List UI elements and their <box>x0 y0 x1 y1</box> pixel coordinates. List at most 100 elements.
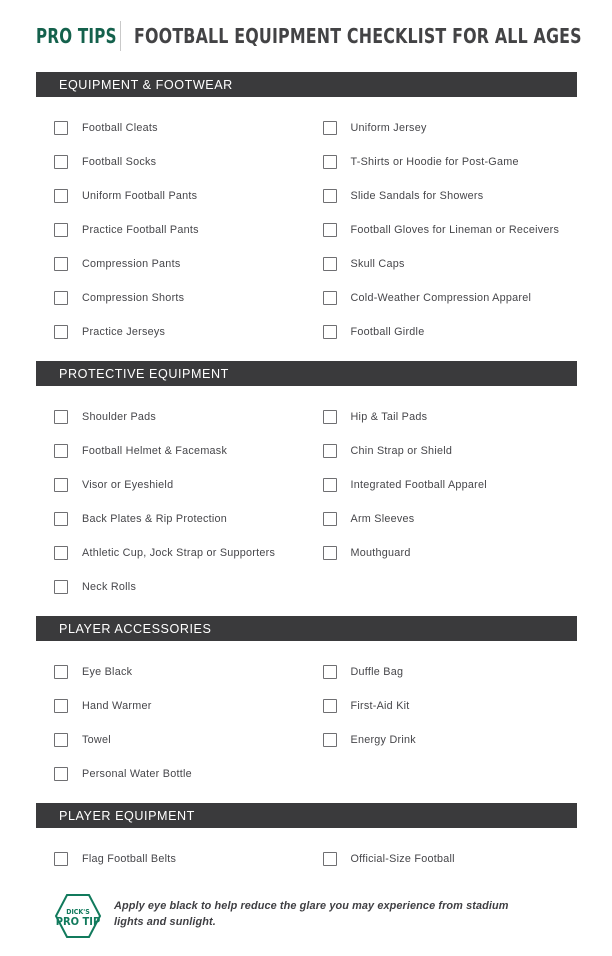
checkbox-icon[interactable] <box>54 189 68 203</box>
checklist-item[interactable]: Personal Water Bottle <box>54 757 307 791</box>
checklist-item-label: Official-Size Football <box>350 853 455 865</box>
checklist-item[interactable]: Duffle Bag <box>322 655 578 689</box>
checklist-item[interactable]: Integrated Football Apparel <box>322 468 578 502</box>
checklist-item[interactable]: Athletic Cup, Jock Strap or Supporters <box>54 536 307 570</box>
checklist-item[interactable]: Football Helmet & Facemask <box>54 434 307 468</box>
checkbox-icon[interactable] <box>322 512 337 526</box>
pro-tip-hexagon-badge-icon: DICK'S PRO TIP <box>54 892 102 940</box>
pro-tip-text: Apply eye black to help reduce the glare… <box>114 900 509 928</box>
checkbox-icon[interactable] <box>54 852 68 866</box>
checklist-item-label: Football Gloves for Lineman or Receivers <box>350 224 560 236</box>
checklist-item-label: Athletic Cup, Jock Strap or Supporters <box>82 547 276 559</box>
checkbox-icon[interactable] <box>54 767 68 781</box>
checklist-item[interactable]: Arm Sleeves <box>322 502 578 536</box>
checklist-item[interactable]: Hand Warmer <box>54 689 307 723</box>
checklist-item[interactable]: T-Shirts or Hoodie for Post-Game <box>322 145 578 179</box>
section-header-label: PLAYER EQUIPMENT <box>59 808 195 823</box>
checklist-item-label: Practice Football Pants <box>82 224 199 236</box>
checklist-section: PLAYER ACCESSORIES Eye Black Hand Warmer To… <box>36 616 577 803</box>
checkbox-icon[interactable] <box>322 189 337 203</box>
checkbox-icon[interactable] <box>54 478 68 492</box>
checklist-item[interactable]: Compression Shorts <box>54 281 307 315</box>
checkbox-icon[interactable] <box>54 410 68 424</box>
checklist-item[interactable]: Shoulder Pads <box>54 400 307 434</box>
checklist-item-label: Mouthguard <box>350 547 411 559</box>
checklist-item[interactable]: Eye Black <box>54 655 307 689</box>
checkbox-icon[interactable] <box>54 291 68 305</box>
checklist-item[interactable]: Football Socks <box>54 145 307 179</box>
checkbox-icon[interactable] <box>54 325 68 339</box>
section-header: PLAYER ACCESSORIES <box>36 616 577 641</box>
checklist-item-label: Cold-Weather Compression Apparel <box>350 292 532 304</box>
checklist-item[interactable]: Back Plates & Rip Protection <box>54 502 307 536</box>
checkbox-icon[interactable] <box>322 852 337 866</box>
checklist-item[interactable]: Football Gloves for Lineman or Receivers <box>322 213 578 247</box>
checkbox-icon[interactable] <box>322 121 337 135</box>
checkbox-icon[interactable] <box>54 665 68 679</box>
checklist-item[interactable]: Chin Strap or Shield <box>322 434 578 468</box>
checkbox-icon[interactable] <box>322 257 337 271</box>
checklist-item[interactable]: Football Girdle <box>322 315 578 349</box>
section-header: PROTECTIVE EQUIPMENT <box>36 361 577 386</box>
checkbox-icon[interactable] <box>322 223 337 237</box>
checkbox-icon[interactable] <box>54 257 68 271</box>
checklist-item[interactable]: Skull Caps <box>322 247 578 281</box>
checkbox-icon[interactable] <box>54 546 68 560</box>
checklist-item[interactable]: Hip & Tail Pads <box>322 400 578 434</box>
checkbox-icon[interactable] <box>54 223 68 237</box>
checklist-item[interactable]: Practice Jerseys <box>54 315 307 349</box>
checklist-item[interactable]: Football Cleats <box>54 111 307 145</box>
section-column-left: Shoulder Pads Football Helmet & Facemask V… <box>36 400 307 604</box>
checkbox-icon[interactable] <box>322 546 337 560</box>
checkbox-icon[interactable] <box>322 665 337 679</box>
checkbox-icon[interactable] <box>54 580 68 594</box>
checklist-item-label: Hip & Tail Pads <box>350 411 428 423</box>
checklist-item-label: Eye Black <box>82 666 133 678</box>
checklist-item-label: Slide Sandals for Showers <box>350 190 484 202</box>
checklist-item[interactable]: Compression Pants <box>54 247 307 281</box>
section-header-label: PLAYER ACCESSORIES <box>59 621 212 636</box>
svg-text:PRO TIP: PRO TIP <box>56 915 100 928</box>
checkbox-icon[interactable] <box>322 699 337 713</box>
section-column-right: Duffle Bag First-Aid Kit Energy Drink <box>307 655 578 791</box>
checkbox-icon[interactable] <box>322 291 337 305</box>
section-column-right: Uniform Jersey T-Shirts or Hoodie for Pos… <box>307 111 578 349</box>
checklist-item-label: Neck Rolls <box>82 581 137 593</box>
checkbox-icon[interactable] <box>322 733 337 747</box>
section-header-label: EQUIPMENT & FOOTWEAR <box>59 77 233 92</box>
checklist-item-label: Visor or Eyeshield <box>82 479 174 491</box>
checkbox-icon[interactable] <box>322 478 337 492</box>
checkbox-icon[interactable] <box>54 699 68 713</box>
checklist-item[interactable]: Mouthguard <box>322 536 578 570</box>
section-body: Flag Football Belts Official-Size Footbal… <box>36 828 577 876</box>
checklist-item-label: Arm Sleeves <box>350 513 415 525</box>
checklist-item[interactable]: Slide Sandals for Showers <box>322 179 578 213</box>
checklist-item[interactable]: Official-Size Football <box>322 842 578 876</box>
checkbox-icon[interactable] <box>54 444 68 458</box>
checkbox-icon[interactable] <box>322 444 337 458</box>
page-title: FOOTBALL EQUIPMENT CHECKLIST FOR ALL AGE… <box>134 24 582 48</box>
checklist-item[interactable]: Towel <box>54 723 307 757</box>
checklist-item[interactable]: Uniform Jersey <box>322 111 578 145</box>
checklist-item-label: Personal Water Bottle <box>82 768 192 780</box>
checkbox-icon[interactable] <box>322 325 337 339</box>
checklist-item[interactable]: Energy Drink <box>322 723 578 757</box>
checklist-item[interactable]: Cold-Weather Compression Apparel <box>322 281 578 315</box>
section-header: PLAYER EQUIPMENT <box>36 803 577 828</box>
checklist-item[interactable]: First-Aid Kit <box>322 689 578 723</box>
checkbox-icon[interactable] <box>322 155 337 169</box>
checklist-item[interactable]: Flag Football Belts <box>54 842 307 876</box>
checkbox-icon[interactable] <box>54 155 68 169</box>
checkbox-icon[interactable] <box>54 121 68 135</box>
checklist-sheet: EQUIPMENT & FOOTWEAR Football Cleats Footb… <box>0 72 612 940</box>
checklist-item[interactable]: Neck Rolls <box>54 570 307 604</box>
checklist-item[interactable]: Visor or Eyeshield <box>54 468 307 502</box>
checkbox-icon[interactable] <box>322 410 337 424</box>
checklist-item[interactable]: Uniform Football Pants <box>54 179 307 213</box>
checklist-item[interactable]: Practice Football Pants <box>54 213 307 247</box>
checkbox-icon[interactable] <box>54 512 68 526</box>
checkbox-icon[interactable] <box>54 733 68 747</box>
section-body: Eye Black Hand Warmer Towel Personal Water … <box>36 641 577 791</box>
